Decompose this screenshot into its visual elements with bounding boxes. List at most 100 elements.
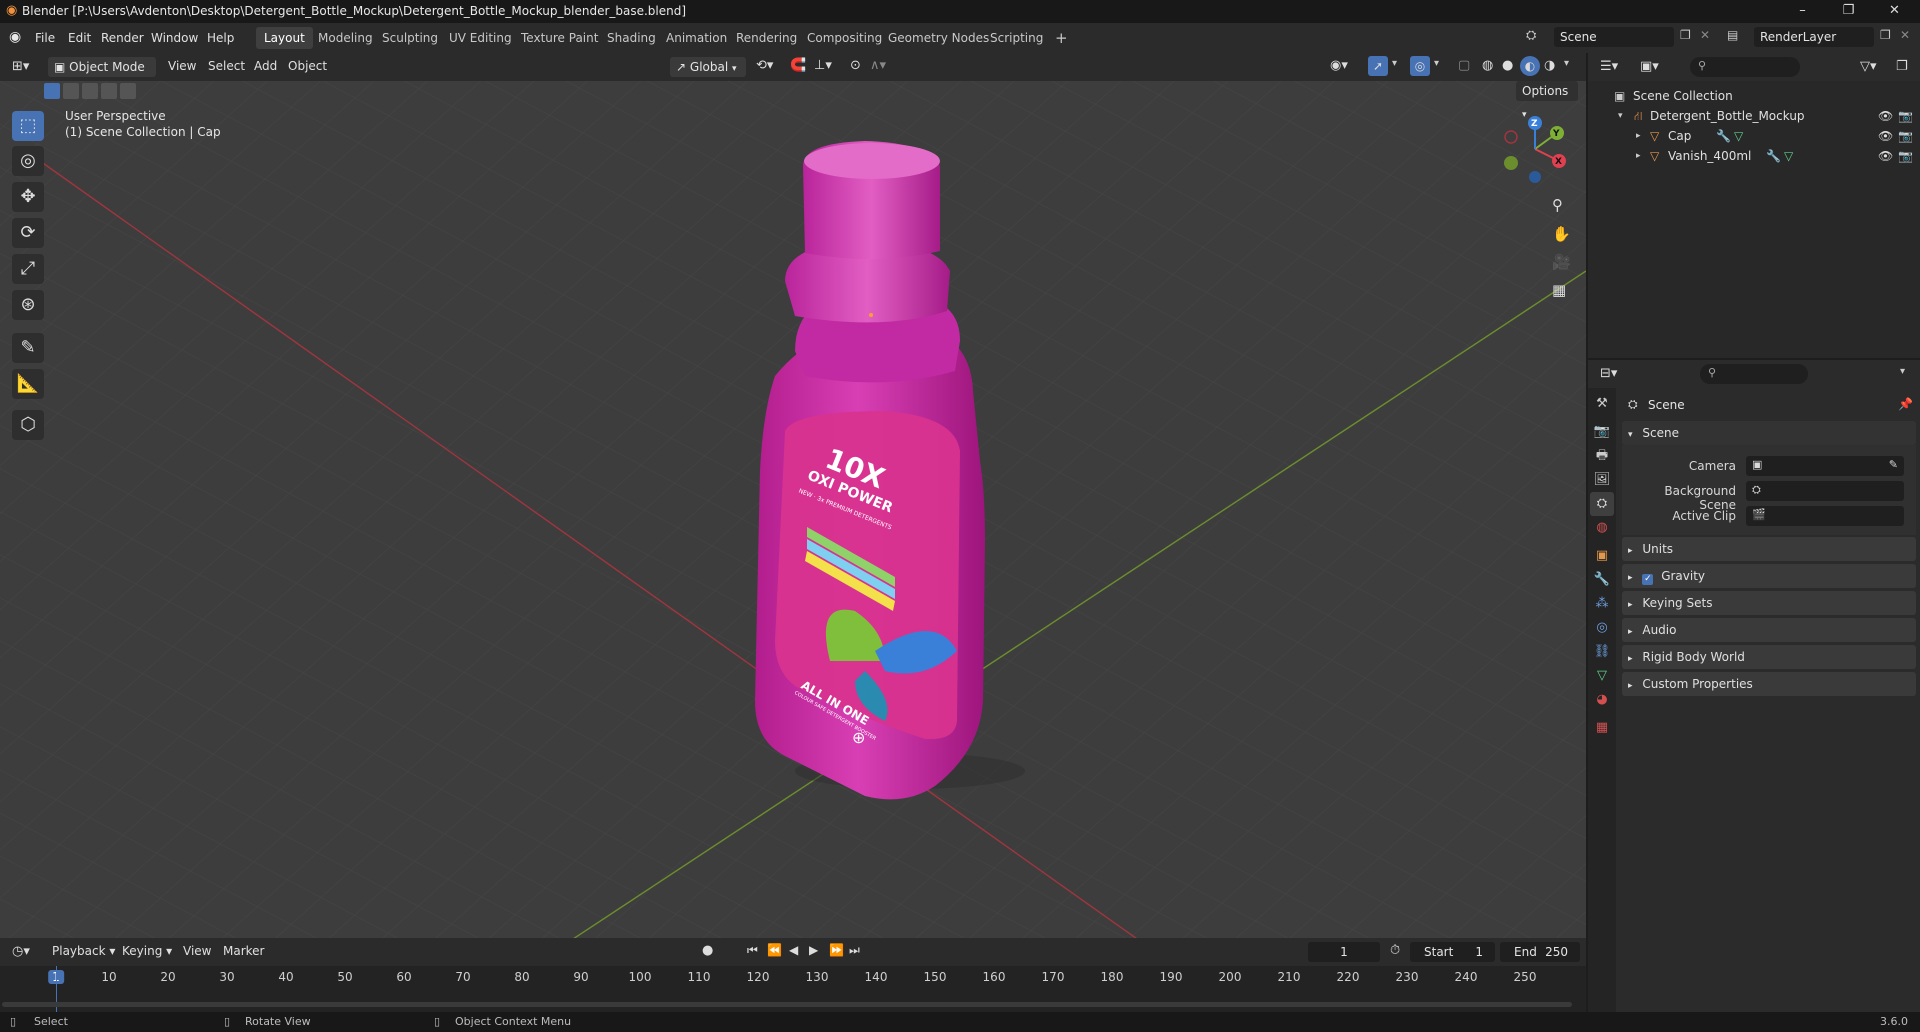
pivot-point-icon[interactable]: ⟲▾: [756, 58, 773, 73]
falloff-icon[interactable]: ∧▾: [870, 58, 886, 73]
scene-section-panel[interactable]: ▾ Scene: [1622, 421, 1916, 445]
new-collection-icon[interactable]: ❐: [1896, 59, 1908, 74]
blender-menu-icon[interactable]: ◉: [9, 29, 21, 45]
gravity-panel[interactable]: ▸ ✓ Gravity: [1622, 564, 1916, 588]
timeline-ruler[interactable]: 1102030405060708090100110120130140150160…: [0, 966, 1586, 990]
move-tool[interactable]: ✥: [12, 182, 44, 212]
play-reverse-icon[interactable]: ◀: [789, 943, 798, 957]
start-frame-field[interactable]: Start 1: [1410, 942, 1495, 962]
tab-shading[interactable]: Shading: [599, 27, 664, 49]
world-tab-icon[interactable]: ◍: [1590, 516, 1614, 540]
menu-timeline-view[interactable]: View: [183, 944, 211, 958]
menu-window[interactable]: Window: [151, 31, 198, 45]
properties-editor-icon[interactable]: ⊟▾: [1600, 366, 1617, 381]
material-shading-icon[interactable]: ◐: [1520, 56, 1540, 76]
tab-geometry-nodes[interactable]: Geometry Nodes: [880, 27, 997, 49]
eye-icon[interactable]: 👁: [1878, 146, 1893, 166]
menu-add[interactable]: Add: [254, 59, 277, 73]
expand-icon[interactable]: ▸: [1636, 146, 1641, 166]
pan-hand-icon[interactable]: ✋: [1552, 225, 1571, 243]
play-icon[interactable]: ▶: [809, 943, 818, 957]
xray-icon[interactable]: ▢: [1458, 58, 1470, 73]
render-camera-icon[interactable]: 📷: [1898, 146, 1913, 166]
render-tab-icon[interactable]: 📷: [1590, 420, 1614, 444]
outliner-item-cap[interactable]: ▸ ▽ Cap 🔧 ▽ 👁 📷: [1588, 126, 1920, 146]
select-extend-icon[interactable]: [63, 83, 79, 99]
chevron-down-icon[interactable]: ▾: [1434, 58, 1439, 69]
add-cube-tool[interactable]: ⬡: [12, 410, 44, 440]
gizmo-toggle-icon[interactable]: ➚: [1368, 56, 1388, 76]
display-mode-icon[interactable]: ▣▾: [1640, 59, 1659, 74]
scale-tool[interactable]: ⤢: [12, 254, 44, 284]
ortho-grid-icon[interactable]: ▦: [1552, 281, 1566, 299]
timeline-editor-icon[interactable]: ◷▾: [12, 944, 30, 959]
scene-selector[interactable]: Scene: [1554, 27, 1674, 47]
transform-orientation-selector[interactable]: ↗ Global ▾: [670, 57, 746, 77]
overlay-toggle-icon[interactable]: ◎: [1410, 56, 1430, 76]
proportional-edit-icon[interactable]: ⊙: [850, 58, 861, 73]
select-box-tool[interactable]: ⬚: [12, 111, 44, 141]
texture-tab-icon[interactable]: ▦: [1590, 716, 1614, 740]
menu-object[interactable]: Object: [288, 59, 327, 73]
current-frame-field[interactable]: 1: [1308, 942, 1380, 962]
tab-rendering[interactable]: Rendering: [728, 27, 805, 49]
material-tab-icon[interactable]: ◕: [1590, 688, 1614, 712]
custom-properties-panel[interactable]: ▸ Custom Properties: [1622, 672, 1916, 696]
properties-search-input[interactable]: ⚲: [1700, 364, 1808, 384]
renderlayer-selector[interactable]: RenderLayer: [1754, 27, 1874, 47]
select-invert-icon[interactable]: [101, 83, 117, 99]
background-scene-field[interactable]: ⛭: [1746, 481, 1904, 501]
menu-file[interactable]: File: [35, 31, 55, 45]
maximize-button[interactable]: ❐: [1826, 0, 1871, 23]
tab-scripting[interactable]: Scripting: [982, 27, 1051, 49]
tab-layout[interactable]: Layout: [256, 27, 313, 49]
eye-icon[interactable]: 👁: [1878, 106, 1893, 126]
record-icon[interactable]: ●: [702, 943, 713, 958]
jump-keyframe-back-icon[interactable]: ⏪: [767, 943, 782, 957]
measure-tool[interactable]: 📐: [12, 369, 44, 399]
tab-animation[interactable]: Animation: [658, 27, 735, 49]
chevron-down-icon[interactable]: ▾: [1392, 58, 1397, 69]
expand-icon[interactable]: ▸: [1636, 126, 1641, 146]
scene-icon[interactable]: ⛭: [1526, 28, 1536, 43]
filter-icon[interactable]: ▽▾: [1860, 59, 1877, 74]
new-renderlayer-icon[interactable]: ❐: [1880, 28, 1891, 42]
solid-shading-icon[interactable]: ●: [1502, 58, 1513, 73]
tab-modeling[interactable]: Modeling: [310, 27, 381, 49]
menu-help[interactable]: Help: [207, 31, 234, 45]
modifier-tab-icon[interactable]: 🔧: [1590, 568, 1614, 592]
outliner-item-detergent-bottle-mockup[interactable]: ▾ ⛙ Detergent_Bottle_Mockup 👁 📷: [1588, 106, 1920, 126]
cursor-tool[interactable]: ◎: [12, 146, 44, 176]
visibility-icon[interactable]: ◉▾: [1330, 58, 1348, 73]
chevron-down-icon[interactable]: ▾: [1900, 366, 1905, 377]
select-intersect-icon[interactable]: [120, 83, 136, 99]
jump-keyframe-forward-icon[interactable]: ⏩: [829, 943, 844, 957]
editor-type-icon[interactable]: ⊞▾: [12, 59, 29, 74]
tool-tab-icon[interactable]: ⚒: [1590, 392, 1614, 416]
snap-target-icon[interactable]: ⊥▾: [814, 58, 832, 73]
menu-keying[interactable]: Keying ▾: [122, 944, 172, 958]
renderlayer-icon[interactable]: ▤: [1727, 28, 1738, 42]
minimize-button[interactable]: –: [1780, 0, 1825, 23]
output-tab-icon[interactable]: 🖶: [1590, 444, 1614, 468]
end-frame-field[interactable]: End 250: [1500, 942, 1580, 962]
data-tab-icon[interactable]: ▽: [1590, 664, 1614, 688]
options-dropdown[interactable]: Options ▾: [1516, 81, 1578, 120]
object-tab-icon[interactable]: ▣: [1590, 544, 1614, 568]
keying-sets-panel[interactable]: ▸ Keying Sets: [1622, 591, 1916, 615]
timeline-body[interactable]: 1102030405060708090100110120130140150160…: [0, 966, 1586, 1012]
timeline-scrollbar[interactable]: [2, 1002, 1572, 1007]
particles-tab-icon[interactable]: ⁂: [1590, 592, 1614, 616]
gravity-checkbox[interactable]: ✓: [1642, 574, 1654, 585]
delete-scene-icon[interactable]: ✕: [1700, 28, 1710, 42]
active-clip-field[interactable]: 🎬: [1746, 506, 1904, 526]
camera-field[interactable]: ▣ ✎: [1746, 456, 1904, 476]
add-workspace-button[interactable]: +: [1047, 27, 1076, 49]
chevron-down-icon[interactable]: ▾: [1564, 58, 1569, 69]
menu-select[interactable]: Select: [208, 59, 245, 73]
mode-selector[interactable]: ▣ Object Mode ▾: [48, 57, 156, 94]
render-camera-icon[interactable]: 📷: [1898, 106, 1913, 126]
new-scene-icon[interactable]: ❐: [1680, 28, 1691, 42]
camera-view-icon[interactable]: 🎥: [1552, 253, 1571, 271]
zoom-icon[interactable]: ⚲: [1552, 196, 1563, 214]
